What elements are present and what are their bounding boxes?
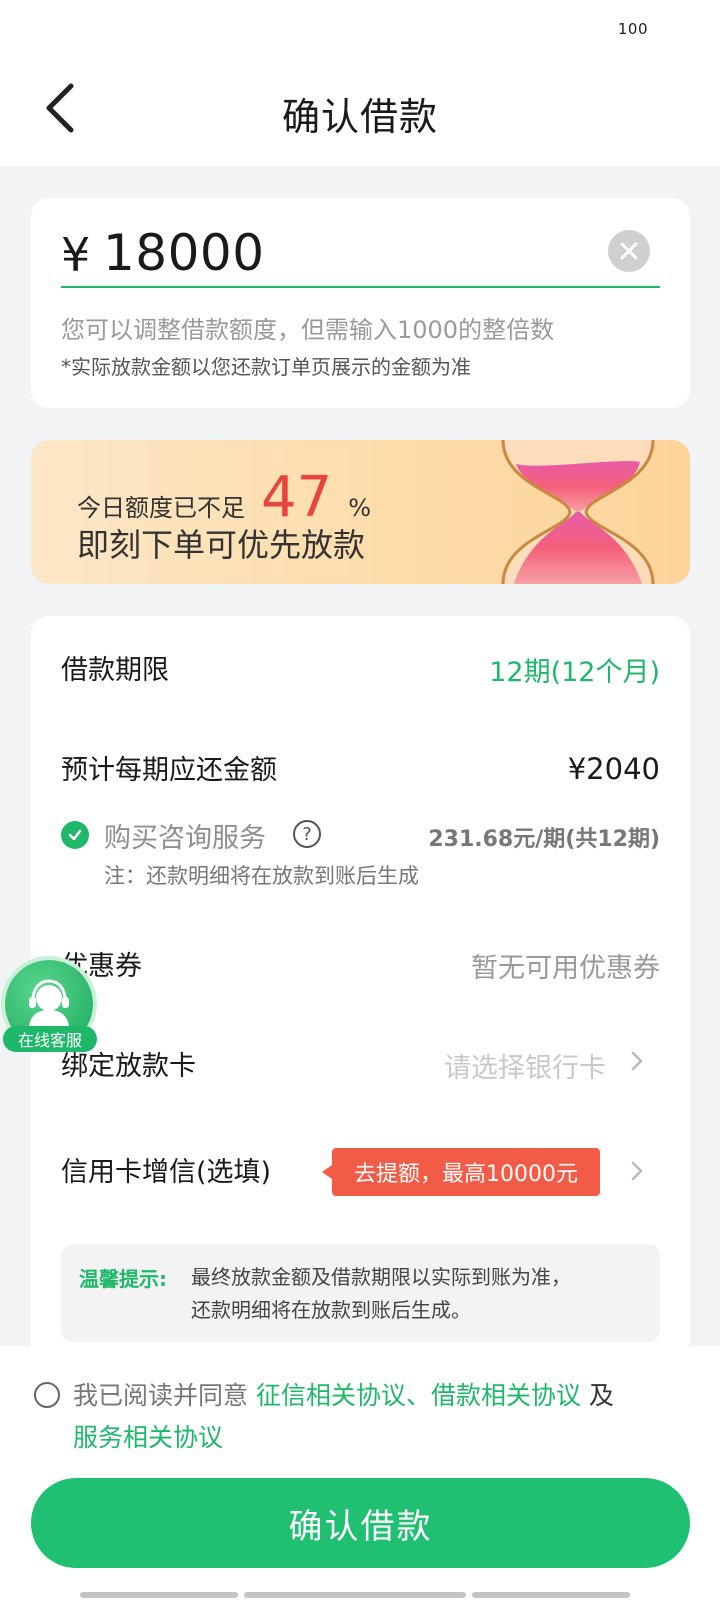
amount-hint: 您可以调整借款额度，但需输入1000的整倍数 <box>61 316 555 344</box>
agree-radio[interactable] <box>34 1382 60 1408</box>
amount-note: *实际放款金额以您还款订单页展示的金额为准 <box>61 355 471 379</box>
agreement-text-line2: 服务相关协议 <box>73 1418 223 1454</box>
page-title: 确认借款 <box>281 95 438 139</box>
consult-note: 注：还款明细将在放款到账后生成 <box>104 864 419 888</box>
consult-service-label[interactable]: 购买咨询服务 <box>104 816 266 855</box>
tip-line: 还款明细将在放款到账后生成。 <box>191 1298 471 1322</box>
online-service-button[interactable]: 在线客服 <box>3 960 97 1054</box>
chevron-right-icon[interactable] <box>626 1160 648 1182</box>
promo-line1: 今日额度已不足 47 % <box>77 470 371 526</box>
hourglass-illustration <box>501 440 655 584</box>
term-value[interactable]: 12期(12个月) <box>489 650 660 689</box>
promo-percent: 47 <box>261 465 333 530</box>
amount-card: ¥ 18000 您可以调整借款额度，但需输入1000的整倍数 *实际放款金额以您… <box>31 198 690 408</box>
loan-agreement-link[interactable]: 借款相关协议 <box>431 1381 581 1410</box>
tip-box: 温馨提示: 最终放款金额及借款期限以实际到账为准， 还款明细将在放款到账后生成。 <box>61 1244 660 1342</box>
promo-percent-sign: % <box>348 494 372 522</box>
promo-prefix: 今日额度已不足 <box>77 494 245 522</box>
coupon-value[interactable]: 暂无可用优惠券 <box>471 946 660 985</box>
amount-value[interactable]: 18000 <box>103 224 265 282</box>
chevron-right-icon[interactable] <box>626 1050 648 1072</box>
repay-value: ¥2040 <box>567 752 660 786</box>
tip-text: 最终放款金额及借款期限以实际到账为准， 还款明细将在放款到账后生成。 <box>191 1261 571 1327</box>
credit-boost-tag[interactable]: 去提额，最高10000元 <box>322 1148 600 1196</box>
online-service-label: 在线客服 <box>3 1026 97 1052</box>
amount-input[interactable]: ¥ 18000 <box>61 222 660 288</box>
credit-boost-label: 信用卡增信(选填) <box>61 1157 272 1188</box>
loan-details-card: 借款期限 12期(12个月) 预计每期应还金额 ¥2040 购买咨询服务 ? 2… <box>31 616 690 1356</box>
agree-prefix: 我已阅读并同意 <box>73 1381 256 1410</box>
agree-and: 及 <box>581 1381 614 1410</box>
repay-label: 预计每期应还金额 <box>61 755 277 786</box>
clear-amount-button[interactable] <box>608 230 650 272</box>
question-icon[interactable]: ? <box>293 820 321 848</box>
credit-agreement-link[interactable]: 征信相关协议 <box>256 1381 406 1410</box>
clear-icon <box>620 242 638 260</box>
currency-symbol: ¥ <box>61 228 91 282</box>
nav-bar: 确认借款 <box>0 60 720 166</box>
promo-banner: 今日额度已不足 47 % 即刻下单可优先放款 <box>31 440 690 584</box>
agreement-text: 我已阅读并同意 征信相关协议、借款相关协议 及 <box>73 1376 614 1412</box>
footer: 我已阅读并同意 征信相关协议、借款相关协议 及 服务相关协议 确认借款 <box>0 1346 720 1600</box>
check-circle-icon[interactable] <box>61 821 89 849</box>
status-bar: 100 <box>0 0 720 60</box>
system-nav-bar <box>80 1592 630 1598</box>
consult-fee: 231.68元/期(共12期) <box>428 827 660 852</box>
bank-card-select[interactable]: 请选择银行卡 <box>444 1046 606 1085</box>
tip-title: 温馨提示: <box>79 1267 167 1291</box>
confirm-loan-button[interactable]: 确认借款 <box>31 1478 690 1568</box>
promo-line2: 即刻下单可优先放款 <box>77 526 366 564</box>
term-label: 借款期限 <box>61 655 169 686</box>
service-agreement-link[interactable]: 服务相关协议 <box>73 1423 223 1452</box>
battery-level: 100 <box>617 20 648 38</box>
tip-line: 最终放款金额及借款期限以实际到账为准， <box>191 1265 571 1289</box>
agreement-separator: 、 <box>405 1381 431 1410</box>
